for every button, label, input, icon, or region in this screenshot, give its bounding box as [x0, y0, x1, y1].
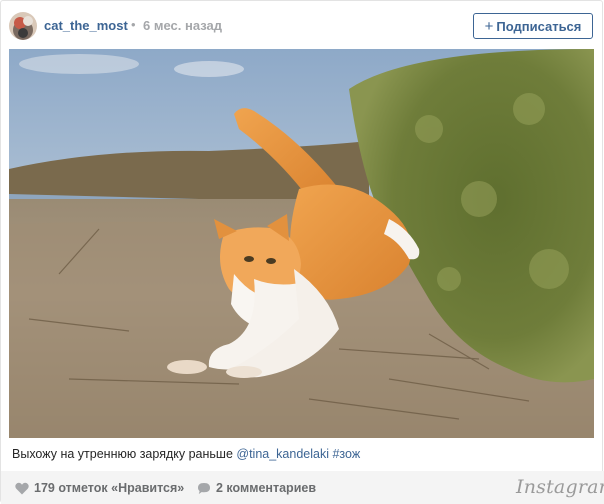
follow-button-label: Подписаться [496, 18, 582, 34]
heart-icon [15, 482, 29, 494]
comment-bubble-icon [198, 482, 210, 494]
likes-count[interactable]: 179 отметок «Нравится» [15, 481, 184, 495]
comments-label: 2 комментариев [216, 481, 317, 495]
post-photo[interactable] [9, 49, 594, 438]
avatar[interactable] [9, 12, 37, 40]
instagram-logo[interactable]: Instagram [516, 476, 604, 498]
post-caption: Выхожу на утреннюю зарядку раньше @tina_… [12, 447, 360, 461]
caption-text: Выхожу на утреннюю зарядку раньше [12, 447, 237, 461]
plus-icon: + [484, 17, 494, 35]
follow-button[interactable]: + Подписаться [473, 13, 593, 39]
caption-hashtag-link[interactable]: #зож [332, 447, 360, 461]
separator-dot: • [131, 17, 136, 32]
instagram-embed-card: cat_the_most • 6 мес. назад + Подписатьс… [0, 0, 604, 504]
post-footer: 179 отметок «Нравится» 2 комментариев In… [1, 471, 604, 504]
caption-mention-link[interactable]: @tina_kandelaki [236, 447, 329, 461]
likes-label: 179 отметок «Нравится» [34, 481, 185, 495]
post-timestamp[interactable]: 6 мес. назад [143, 18, 222, 33]
post-header: cat_the_most • 6 мес. назад + Подписатьс… [1, 1, 604, 49]
comments-count[interactable]: 2 комментариев [197, 481, 316, 495]
username-link[interactable]: cat_the_most [44, 18, 128, 33]
